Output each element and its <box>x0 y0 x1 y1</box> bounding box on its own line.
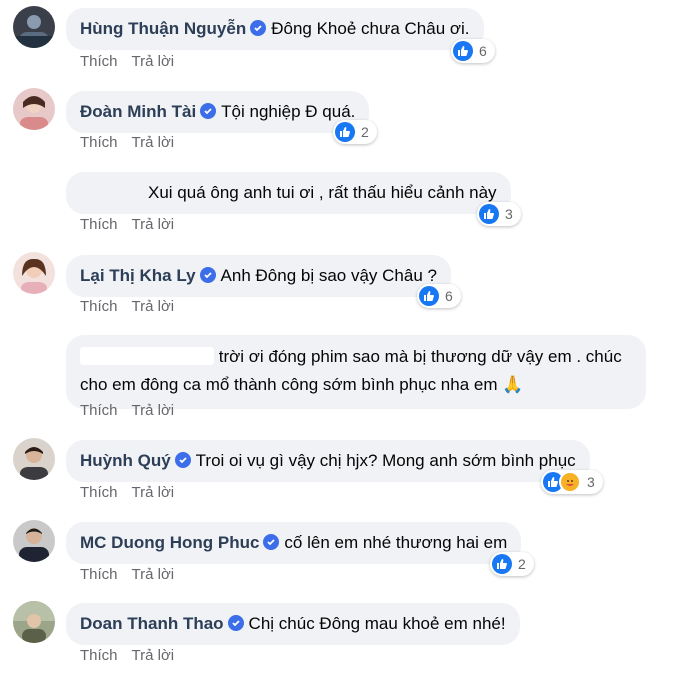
verified-badge-icon <box>200 103 217 119</box>
reply-button[interactable]: Trả lời <box>132 53 175 70</box>
comment-author[interactable]: MC Duong Hong Phuc <box>80 533 259 552</box>
comment-author[interactable]: Doan Thanh Thao <box>80 614 224 633</box>
reaction-count: 3 <box>505 206 513 222</box>
like-button[interactable]: Thích <box>80 53 118 70</box>
comment-text: cố lên em nhé thương hai em <box>284 533 508 552</box>
avatar[interactable] <box>13 88 55 130</box>
reply-button[interactable]: Trả lời <box>132 566 175 583</box>
reaction-summary[interactable]: 2 <box>333 120 377 144</box>
comment-actions: Thích Trả lời <box>80 566 188 583</box>
reaction-count: 2 <box>518 556 526 572</box>
verified-badge-icon <box>227 615 244 631</box>
comment-actions: Thích Trả lời <box>80 402 188 419</box>
reaction-summary[interactable]: 3 <box>541 470 603 494</box>
avatar[interactable] <box>13 601 55 643</box>
reply-button[interactable]: Trả lời <box>132 298 175 315</box>
comment-author[interactable]: Lại Thị Kha Ly <box>80 266 196 285</box>
reaction-count: 6 <box>445 288 453 304</box>
comment-actions: Thích Trả lời <box>80 298 188 315</box>
comment-text: Tội nghiệp Đ quá. <box>221 102 356 121</box>
reaction-count: 3 <box>587 474 595 490</box>
comment-bubble: Huỳnh Quý Troi oi vụ gì vậy chị hjx? Mong… <box>66 440 590 482</box>
avatar[interactable] <box>13 252 55 294</box>
reaction-summary[interactable]: 6 <box>451 39 495 63</box>
comment-text: Chị chúc Đông mau khoẻ em nhé! <box>248 614 506 633</box>
reaction-summary[interactable]: 3 <box>477 202 521 226</box>
comment-actions: Thích Trả lời <box>80 53 188 70</box>
like-reaction-icon <box>335 122 355 142</box>
avatar[interactable] <box>13 438 55 480</box>
comment-author[interactable]: Hùng Thuận Nguyễn <box>80 19 246 38</box>
like-button[interactable]: Thích <box>80 216 118 233</box>
reply-button[interactable]: Trả lời <box>132 647 175 664</box>
reply-button[interactable]: Trả lời <box>132 484 175 501</box>
comment-bubble: Doan Thanh Thao Chị chúc Đông mau khoẻ em… <box>66 603 520 645</box>
like-button[interactable]: Thích <box>80 566 118 583</box>
verified-badge-icon <box>199 267 216 283</box>
reply-button[interactable]: Trả lời <box>132 216 175 233</box>
reaction-summary[interactable]: 6 <box>417 284 461 308</box>
avatar[interactable] <box>13 520 55 562</box>
reaction-summary[interactable]: 2 <box>490 552 534 576</box>
comment-author[interactable]: Huỳnh Quý <box>80 451 171 470</box>
verified-badge-icon <box>250 20 267 36</box>
reply-button[interactable]: Trả lời <box>132 402 175 419</box>
comment-bubble: trời ơi đóng phim sao mà bị thương dữ vậ… <box>66 335 646 409</box>
like-button[interactable]: Thích <box>80 402 118 419</box>
masked-author <box>80 347 214 365</box>
reply-button[interactable]: Trả lời <box>132 134 175 151</box>
comment-actions: Thích Trả lời <box>80 216 188 233</box>
comment-actions: Thích Trả lời <box>80 134 188 151</box>
verified-badge-icon <box>174 452 191 468</box>
reaction-count: 6 <box>479 43 487 59</box>
comment-actions: Thích Trả lời <box>80 484 188 501</box>
like-reaction-icon <box>479 204 499 224</box>
comment-bubble: MC Duong Hong Phuc cố lên em nhé thương h… <box>66 522 522 564</box>
comment-text: Đông Khoẻ chưa Châu ơi. <box>271 19 470 38</box>
care-reaction-icon <box>559 471 581 493</box>
comment-text: Troi oi vụ gì vậy chị hjx? Mong anh sớm … <box>195 451 576 470</box>
comment-bubble: Đoàn Minh Tài Tội nghiệp Đ quá. <box>66 91 370 133</box>
comment-text: Anh Đông bị sao vậy Châu ? <box>220 266 437 285</box>
like-reaction-icon <box>419 286 439 306</box>
like-reaction-icon <box>492 554 512 574</box>
like-button[interactable]: Thích <box>80 484 118 501</box>
comment-bubble: Lại Thị Kha Ly Anh Đông bị sao vậy Châu ? <box>66 255 451 297</box>
like-button[interactable]: Thích <box>80 647 118 664</box>
like-button[interactable]: Thích <box>80 134 118 151</box>
verified-badge-icon <box>263 534 280 550</box>
comment-author[interactable]: Đoàn Minh Tài <box>80 102 196 121</box>
comment-text: Xui quá ông anh tui ơi , rất thấu hiểu c… <box>148 183 497 202</box>
avatar[interactable] <box>13 6 55 48</box>
comment-actions: Thích Trả lời <box>80 647 188 664</box>
like-reaction-icon <box>453 41 473 61</box>
like-button[interactable]: Thích <box>80 298 118 315</box>
comment-bubble: Xui quá ông anh tui ơi , rất thấu hiểu c… <box>66 172 511 214</box>
reaction-count: 2 <box>361 124 369 140</box>
comment-bubble: Hùng Thuận Nguyễn Đông Khoẻ chưa Châu ơi. <box>66 8 484 50</box>
